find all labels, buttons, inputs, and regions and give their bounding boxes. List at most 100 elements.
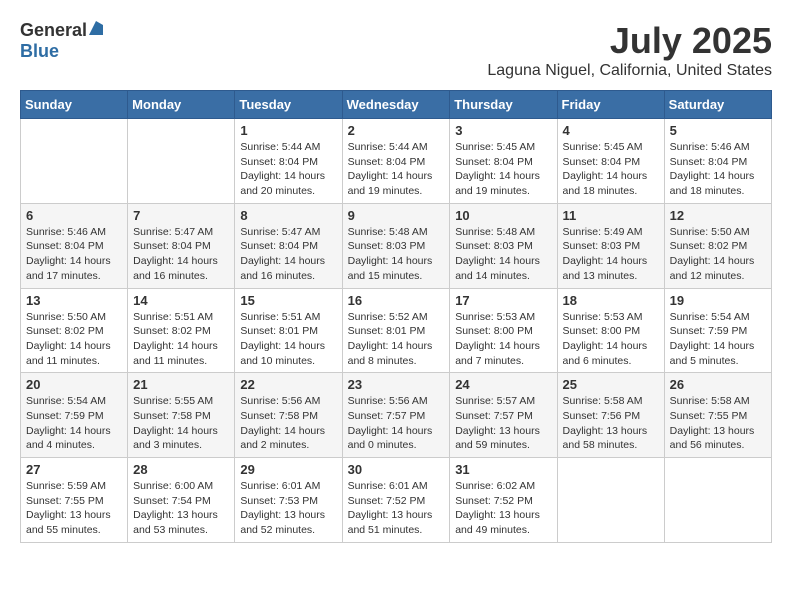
header-saturday: Saturday (664, 91, 771, 119)
day-sunrise: Sunrise: 5:58 AM (670, 395, 750, 407)
day-sunrise: Sunrise: 5:54 AM (670, 311, 750, 323)
day-sunset: Sunset: 8:02 PM (670, 240, 748, 252)
day-sunrise: Sunrise: 5:46 AM (26, 226, 106, 238)
table-row (128, 119, 235, 204)
table-row: 3 Sunrise: 5:45 AM Sunset: 8:04 PM Dayli… (450, 119, 557, 204)
day-sunrise: Sunrise: 5:54 AM (26, 395, 106, 407)
day-sunrise: Sunrise: 5:44 AM (240, 141, 320, 153)
day-daylight: Daylight: 14 hours and 2 minutes. (240, 425, 325, 452)
day-sunset: Sunset: 7:57 PM (348, 410, 426, 422)
logo: General Blue (20, 20, 103, 62)
day-daylight: Daylight: 14 hours and 17 minutes. (26, 255, 111, 282)
day-daylight: Daylight: 14 hours and 18 minutes. (563, 170, 648, 197)
table-row: 4 Sunrise: 5:45 AM Sunset: 8:04 PM Dayli… (557, 119, 664, 204)
day-number: 4 (563, 123, 659, 138)
day-sunrise: Sunrise: 5:55 AM (133, 395, 213, 407)
table-row (21, 119, 128, 204)
day-sunset: Sunset: 8:04 PM (563, 156, 641, 168)
day-number: 9 (348, 208, 445, 223)
page-header: General Blue July 2025 Laguna Niguel, Ca… (20, 20, 772, 80)
day-sunrise: Sunrise: 5:50 AM (670, 226, 750, 238)
table-row: 2 Sunrise: 5:44 AM Sunset: 8:04 PM Dayli… (342, 119, 450, 204)
day-daylight: Daylight: 14 hours and 10 minutes. (240, 340, 325, 367)
day-sunset: Sunset: 7:58 PM (240, 410, 318, 422)
day-daylight: Daylight: 14 hours and 19 minutes. (455, 170, 540, 197)
day-sunrise: Sunrise: 5:56 AM (240, 395, 320, 407)
day-daylight: Daylight: 13 hours and 53 minutes. (133, 509, 218, 536)
day-daylight: Daylight: 14 hours and 18 minutes. (670, 170, 755, 197)
day-number: 21 (133, 377, 229, 392)
day-number: 30 (348, 462, 445, 477)
table-row: 13 Sunrise: 5:50 AM Sunset: 8:02 PM Dayl… (21, 288, 128, 373)
day-sunset: Sunset: 7:56 PM (563, 410, 641, 422)
day-sunrise: Sunrise: 6:02 AM (455, 480, 535, 492)
day-daylight: Daylight: 14 hours and 19 minutes. (348, 170, 433, 197)
day-number: 1 (240, 123, 336, 138)
day-sunset: Sunset: 8:01 PM (240, 325, 318, 337)
day-sunrise: Sunrise: 5:53 AM (455, 311, 535, 323)
table-row: 30 Sunrise: 6:01 AM Sunset: 7:52 PM Dayl… (342, 458, 450, 543)
table-row: 16 Sunrise: 5:52 AM Sunset: 8:01 PM Dayl… (342, 288, 450, 373)
header-wednesday: Wednesday (342, 91, 450, 119)
day-number: 13 (26, 293, 122, 308)
day-sunset: Sunset: 8:03 PM (455, 240, 533, 252)
day-sunrise: Sunrise: 5:48 AM (348, 226, 428, 238)
day-number: 6 (26, 208, 122, 223)
day-daylight: Daylight: 14 hours and 12 minutes. (670, 255, 755, 282)
day-sunset: Sunset: 7:55 PM (26, 495, 104, 507)
table-row: 19 Sunrise: 5:54 AM Sunset: 7:59 PM Dayl… (664, 288, 771, 373)
day-sunset: Sunset: 8:04 PM (240, 240, 318, 252)
day-number: 24 (455, 377, 551, 392)
day-daylight: Daylight: 14 hours and 3 minutes. (133, 425, 218, 452)
table-row: 11 Sunrise: 5:49 AM Sunset: 8:03 PM Dayl… (557, 203, 664, 288)
day-sunset: Sunset: 7:54 PM (133, 495, 211, 507)
day-sunrise: Sunrise: 5:51 AM (240, 311, 320, 323)
day-number: 22 (240, 377, 336, 392)
table-row: 29 Sunrise: 6:01 AM Sunset: 7:53 PM Dayl… (235, 458, 342, 543)
day-sunset: Sunset: 8:04 PM (348, 156, 426, 168)
calendar-week-row: 27 Sunrise: 5:59 AM Sunset: 7:55 PM Dayl… (21, 458, 772, 543)
weekday-header-row: Sunday Monday Tuesday Wednesday Thursday… (21, 91, 772, 119)
day-number: 18 (563, 293, 659, 308)
day-daylight: Daylight: 13 hours and 58 minutes. (563, 425, 648, 452)
calendar-location: Laguna Niguel, California, United States (487, 62, 772, 80)
calendar-title: July 2025 (487, 20, 772, 62)
day-sunrise: Sunrise: 5:48 AM (455, 226, 535, 238)
day-sunset: Sunset: 7:59 PM (670, 325, 748, 337)
day-sunrise: Sunrise: 5:44 AM (348, 141, 428, 153)
table-row (664, 458, 771, 543)
day-daylight: Daylight: 13 hours and 49 minutes. (455, 509, 540, 536)
day-sunrise: Sunrise: 5:57 AM (455, 395, 535, 407)
day-number: 19 (670, 293, 766, 308)
table-row: 31 Sunrise: 6:02 AM Sunset: 7:52 PM Dayl… (450, 458, 557, 543)
table-row: 17 Sunrise: 5:53 AM Sunset: 8:00 PM Dayl… (450, 288, 557, 373)
day-daylight: Daylight: 14 hours and 8 minutes. (348, 340, 433, 367)
day-sunset: Sunset: 8:04 PM (26, 240, 104, 252)
day-daylight: Daylight: 14 hours and 4 minutes. (26, 425, 111, 452)
day-daylight: Daylight: 14 hours and 5 minutes. (670, 340, 755, 367)
table-row: 20 Sunrise: 5:54 AM Sunset: 7:59 PM Dayl… (21, 373, 128, 458)
day-sunset: Sunset: 8:04 PM (455, 156, 533, 168)
day-daylight: Daylight: 13 hours and 56 minutes. (670, 425, 755, 452)
logo-blue-text: Blue (20, 41, 59, 61)
day-number: 15 (240, 293, 336, 308)
logo-arrow-icon (89, 21, 103, 40)
day-daylight: Daylight: 14 hours and 6 minutes. (563, 340, 648, 367)
day-daylight: Daylight: 13 hours and 59 minutes. (455, 425, 540, 452)
table-row: 23 Sunrise: 5:56 AM Sunset: 7:57 PM Dayl… (342, 373, 450, 458)
day-number: 29 (240, 462, 336, 477)
day-sunset: Sunset: 8:01 PM (348, 325, 426, 337)
logo-general-text: General (20, 20, 87, 41)
table-row: 27 Sunrise: 5:59 AM Sunset: 7:55 PM Dayl… (21, 458, 128, 543)
day-sunrise: Sunrise: 5:58 AM (563, 395, 643, 407)
day-sunrise: Sunrise: 5:45 AM (455, 141, 535, 153)
calendar-table: Sunday Monday Tuesday Wednesday Thursday… (20, 90, 772, 543)
day-number: 2 (348, 123, 445, 138)
day-sunrise: Sunrise: 6:00 AM (133, 480, 213, 492)
day-number: 31 (455, 462, 551, 477)
day-daylight: Daylight: 13 hours and 52 minutes. (240, 509, 325, 536)
table-row: 26 Sunrise: 5:58 AM Sunset: 7:55 PM Dayl… (664, 373, 771, 458)
day-daylight: Daylight: 14 hours and 11 minutes. (26, 340, 111, 367)
day-number: 28 (133, 462, 229, 477)
calendar-week-row: 20 Sunrise: 5:54 AM Sunset: 7:59 PM Dayl… (21, 373, 772, 458)
